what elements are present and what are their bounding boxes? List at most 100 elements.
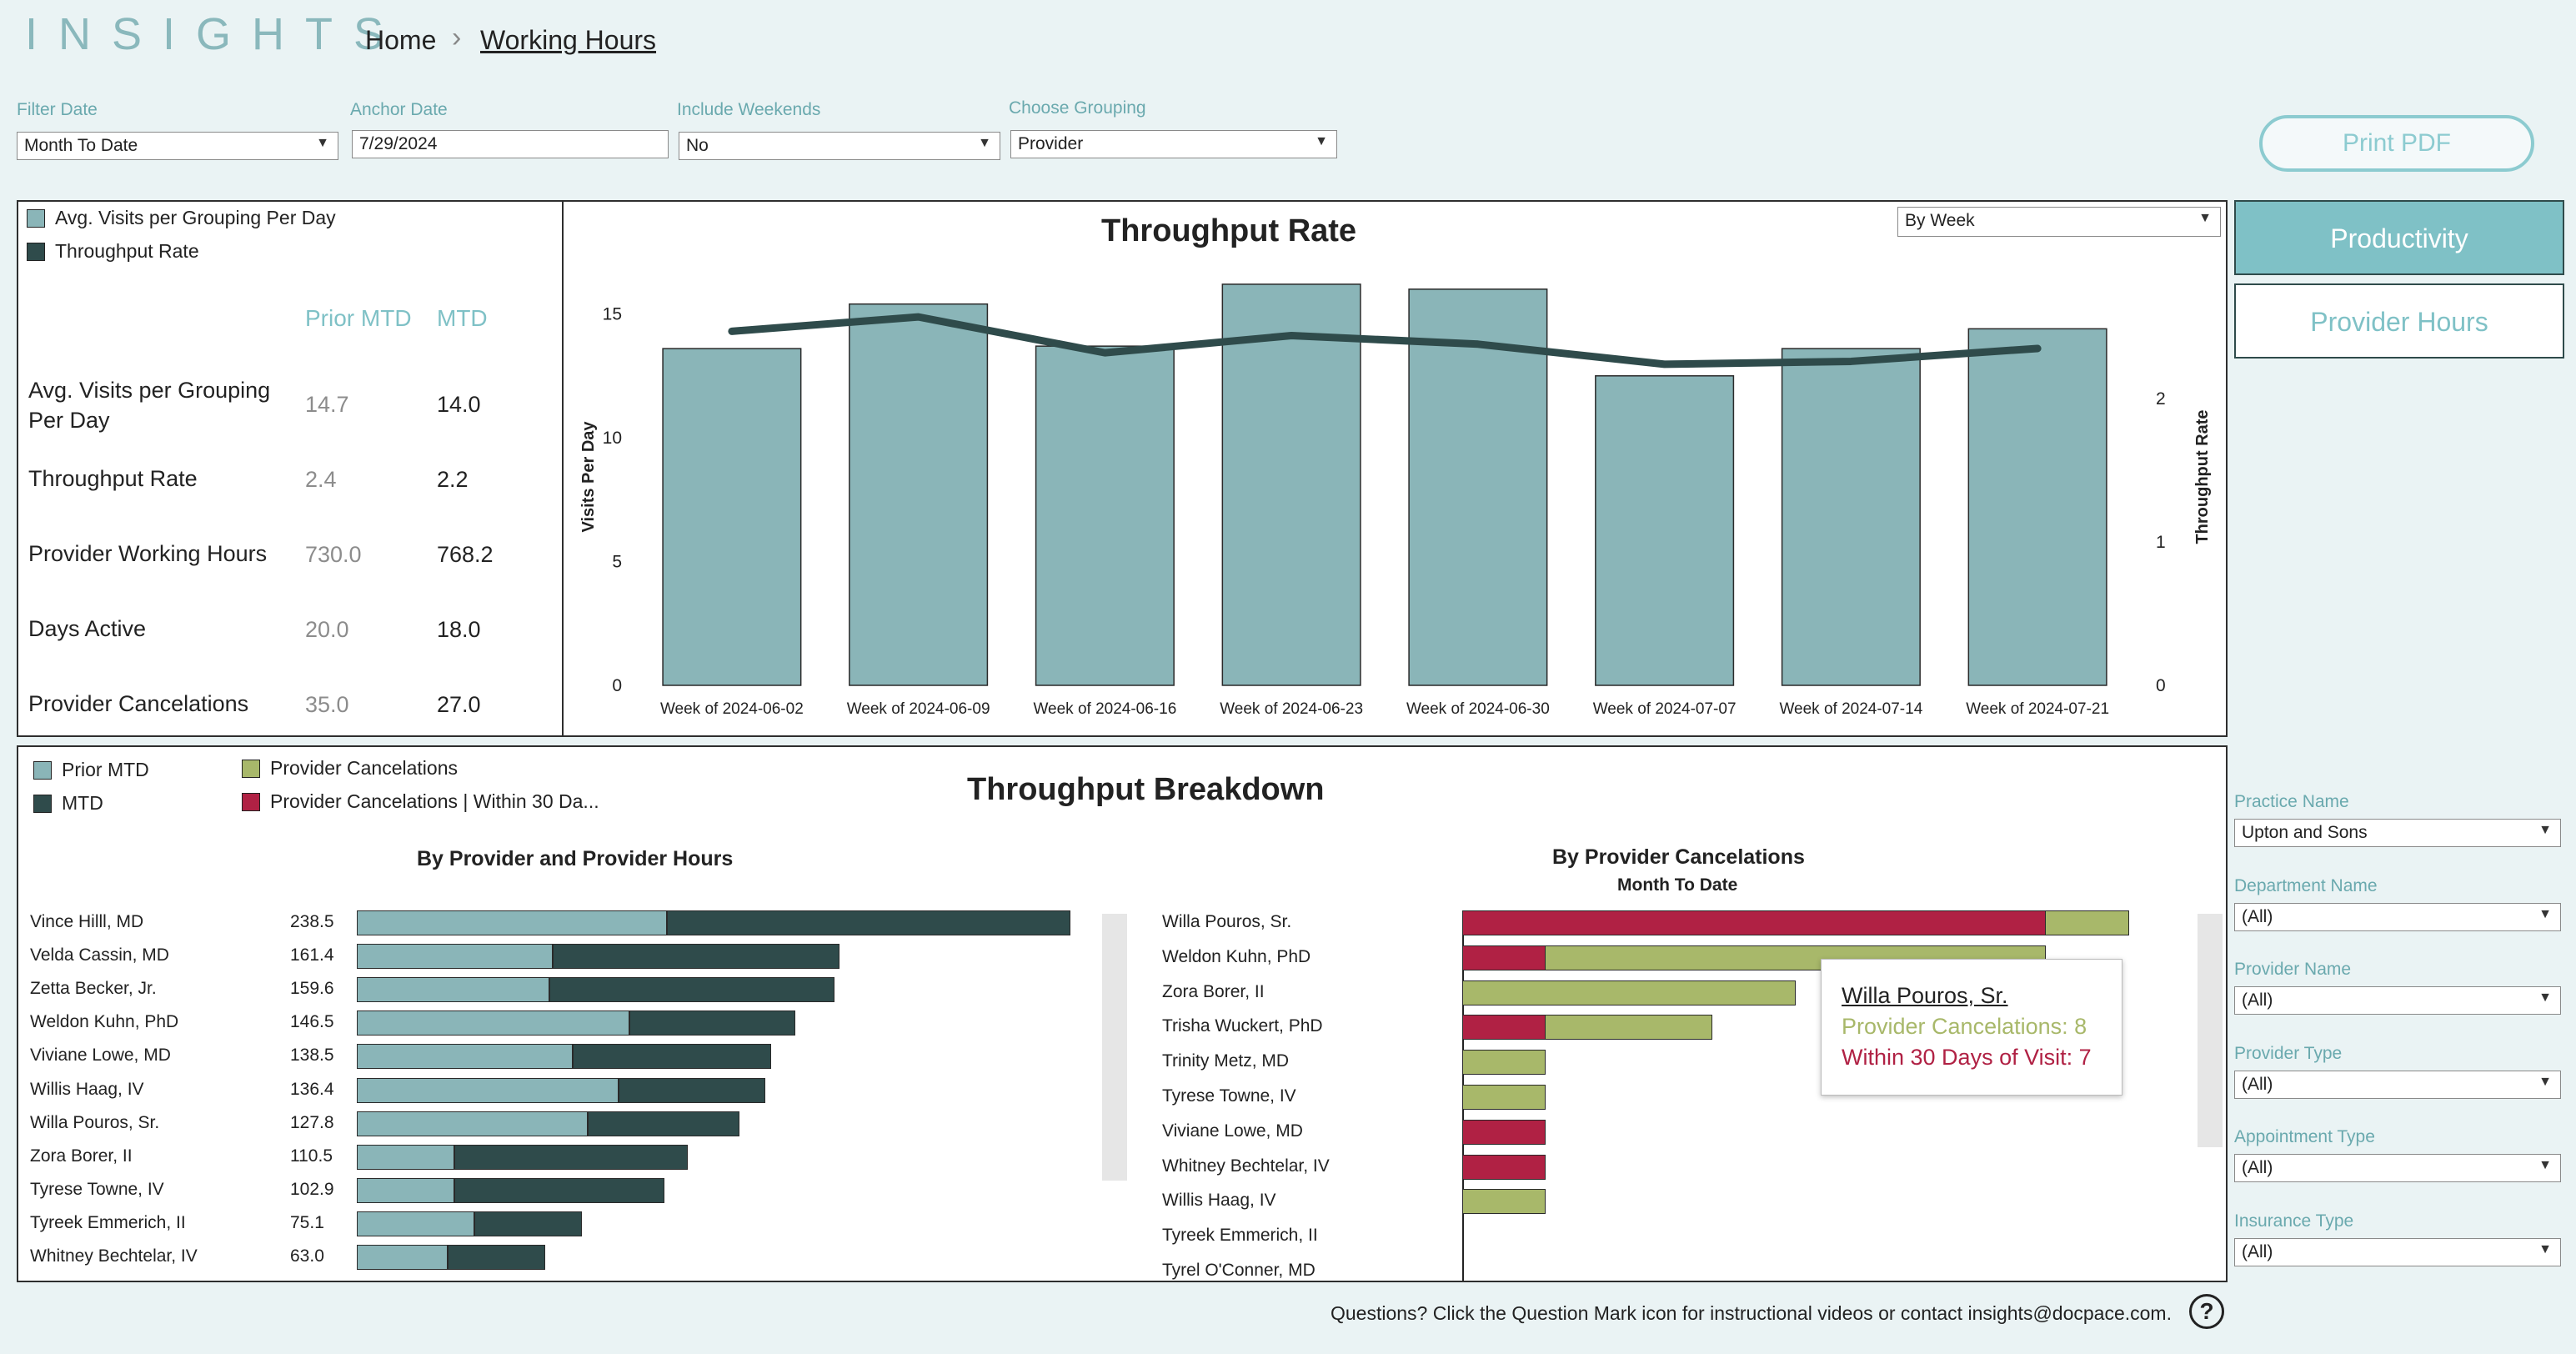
prior-mtd-bar[interactable]	[357, 1211, 474, 1236]
mtd-bar[interactable]	[549, 977, 834, 1003]
tooltip: Willa Pouros, Sr. Provider Cancelations:…	[1821, 959, 2122, 1096]
left-scrollbar[interactable]	[1102, 914, 1127, 1181]
side-filter-value: (All)	[2242, 906, 2273, 926]
provider-hours-value: 146.5	[290, 1012, 334, 1032]
cancelations-30-bar[interactable]	[1462, 1119, 1546, 1145]
breadcrumb-current[interactable]: Working Hours	[480, 25, 656, 56]
y-tick-left: 0	[612, 676, 622, 695]
choose-grouping-value: Provider	[1018, 134, 1084, 153]
prior-mtd-bar[interactable]	[357, 910, 667, 935]
throughput-bar[interactable]	[1595, 375, 1735, 686]
legend-swatch-dark	[27, 242, 45, 261]
prior-mtd-bar[interactable]	[357, 977, 550, 1003]
provider-name: Velda Cassin, MD	[30, 945, 169, 965]
choose-grouping-select[interactable]: Provider ▼	[1010, 130, 1337, 158]
prior-mtd-bar[interactable]	[357, 944, 553, 970]
include-weekends-select[interactable]: No ▼	[679, 132, 1000, 160]
side-filter-value: (All)	[2242, 1074, 2273, 1094]
right-scrollbar[interactable]	[2198, 914, 2223, 1147]
mtd-bar[interactable]	[454, 1144, 688, 1170]
throughput-bar[interactable]	[662, 348, 802, 686]
insights-logo[interactable]: INSIGHTS	[25, 8, 404, 60]
cancelations-bar[interactable]	[1462, 1189, 1546, 1215]
breadcrumb-separator-icon: ›	[452, 22, 462, 53]
cancel-provider-name: Tyrese Towne, IV	[1162, 1086, 1296, 1106]
kpi-row-mtd: 27.0	[437, 692, 481, 717]
dropdown-caret-icon: ▼	[978, 136, 991, 150]
cancelations-bar[interactable]	[1462, 1050, 1546, 1076]
tooltip-within-30: Within 30 Days of Visit: 7	[1842, 1045, 2092, 1070]
dropdown-caret-icon: ▼	[2538, 990, 2552, 1005]
cancelations-30-bar[interactable]	[1462, 910, 2046, 935]
kpi-legend-throughput: Throughput Rate	[27, 240, 199, 263]
prior-mtd-bar[interactable]	[357, 1177, 455, 1203]
cancelations-bar[interactable]	[1462, 980, 1796, 1005]
kpi-row-prior: 2.4	[305, 467, 337, 492]
tab-provider-hours[interactable]: Provider Hours	[2234, 283, 2564, 359]
mtd-bar[interactable]	[448, 1245, 546, 1270]
prior-mtd-bar[interactable]	[357, 1144, 455, 1170]
cancelations-30-bar[interactable]	[1462, 1015, 1546, 1041]
provider-name: Vince Hilll, MD	[30, 912, 144, 931]
side-filter-label: Provider Name	[2234, 960, 2352, 979]
breakdown-panel: Prior MTD MTD Provider Cancelations Prov…	[17, 745, 2228, 1282]
filter-date-select[interactable]: Month To Date ▼	[17, 132, 338, 160]
print-pdf-button[interactable]: Print PDF	[2259, 115, 2534, 172]
mtd-bar[interactable]	[474, 1211, 582, 1236]
throughput-chart-svg: Visits Per Day Throughput Rate 0 5 10 15 0 1…	[579, 283, 2212, 718]
side-filter-label: Provider Type	[2234, 1043, 2343, 1063]
x-tick-label: Week of 2024-07-07	[1593, 700, 1737, 718]
side-filter-select[interactable]: (All) ▼	[2234, 986, 2561, 1015]
side-filter-select[interactable]: (All) ▼	[2234, 902, 2561, 931]
provider-name: Tyreek Emmerich, II	[30, 1212, 186, 1232]
cancelations-30-bar[interactable]	[1462, 1154, 1546, 1180]
kpi-row-prior: 14.7	[305, 392, 349, 417]
throughput-bar[interactable]	[1221, 283, 1361, 686]
cancelations-bar[interactable]	[1462, 1085, 1546, 1110]
cancelations-30-bar[interactable]	[1462, 945, 1546, 970]
kpi-legend-visits: Avg. Visits per Grouping Per Day	[27, 207, 336, 229]
mtd-bar[interactable]	[666, 910, 1070, 935]
kpi-row-label: Provider Working Hours	[28, 541, 268, 566]
throughput-bar[interactable]	[1781, 348, 1921, 686]
side-filter-select[interactable]: (All) ▼	[2234, 1237, 2561, 1266]
mtd-bar[interactable]	[552, 944, 840, 970]
choose-grouping-label: Choose Grouping	[1009, 98, 1146, 118]
anchor-date-value: 7/29/2024	[359, 134, 438, 153]
prior-mtd-bar[interactable]	[357, 1245, 449, 1270]
throughput-bar[interactable]	[1967, 328, 2107, 686]
side-filter-label: Department Name	[2234, 875, 2378, 895]
kpi-row-mtd: 14.0	[437, 392, 481, 417]
side-filter-value: (All)	[2242, 1241, 2273, 1261]
help-question-icon[interactable]: ?	[2189, 1294, 2224, 1329]
mtd-bar[interactable]	[454, 1177, 665, 1203]
y-tick-right: 2	[2156, 389, 2166, 409]
throughput-bar[interactable]	[1035, 345, 1175, 686]
prior-mtd-bar[interactable]	[357, 1111, 589, 1136]
side-filter-select[interactable]: (All) ▼	[2234, 1070, 2561, 1099]
x-tick-label: Week of 2024-07-21	[1966, 700, 2109, 718]
mtd-bar[interactable]	[629, 1010, 795, 1036]
provider-name: Viviane Lowe, MD	[30, 1046, 171, 1066]
mtd-bar[interactable]	[573, 1044, 772, 1070]
dropdown-caret-icon: ▼	[2538, 906, 2552, 921]
breadcrumb-home[interactable]: Home	[365, 25, 436, 56]
side-filter-select[interactable]: Upton and Sons ▼	[2234, 819, 2561, 847]
y-tick-left: 10	[603, 429, 622, 448]
mtd-bar[interactable]	[619, 1077, 765, 1103]
prior-mtd-bar[interactable]	[357, 1010, 629, 1036]
throughput-bar[interactable]	[849, 303, 989, 686]
footer-text: Questions? Click the Question Mark icon …	[1331, 1302, 2172, 1324]
side-filter-select[interactable]: (All) ▼	[2234, 1154, 2561, 1182]
prior-mtd-bar[interactable]	[357, 1077, 619, 1103]
provider-name: Tyrese Towne, IV	[30, 1179, 164, 1199]
kpi-row-label: Throughput Rate	[28, 466, 198, 491]
prior-mtd-bar[interactable]	[357, 1044, 574, 1070]
anchor-date-input[interactable]: 7/29/2024	[352, 130, 669, 158]
legend-visits-label: Avg. Visits per Grouping Per Day	[55, 207, 336, 228]
mtd-bar[interactable]	[588, 1111, 739, 1136]
tab-productivity[interactable]: Productivity	[2234, 200, 2564, 275]
cancel-provider-name: Tyreek Emmerich, II	[1162, 1226, 1318, 1246]
x-tick-label: Week of 2024-06-02	[660, 700, 804, 718]
provider-hours-value: 138.5	[290, 1046, 334, 1066]
